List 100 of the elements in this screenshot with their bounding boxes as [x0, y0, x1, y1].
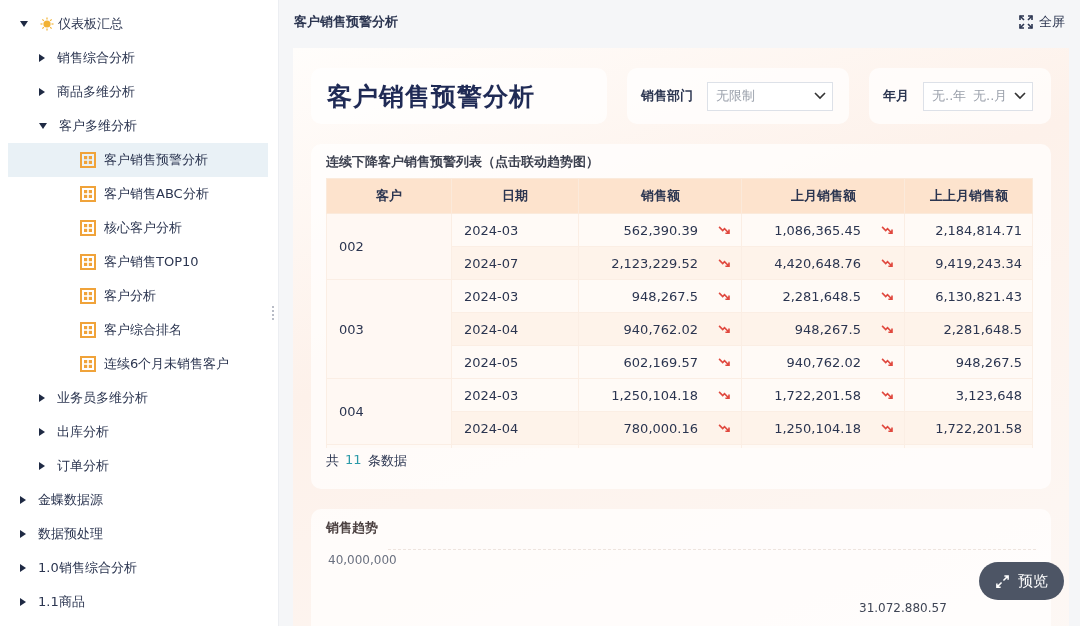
column-header: 日期 — [451, 178, 579, 214]
dashboard-icon — [80, 254, 96, 270]
table-cell[interactable]: 2024-07 — [451, 246, 579, 280]
preview-button[interactable]: 预览 — [979, 562, 1064, 600]
caret-icon[interactable] — [20, 598, 26, 606]
table-cell[interactable]: 2024-04 — [451, 312, 579, 346]
table-cell[interactable]: 2024-03 — [451, 213, 579, 247]
tree-item[interactable]: 商品多维分析 — [8, 75, 268, 109]
cell-value: 948,267.5 — [631, 288, 698, 304]
cell-value: 1,250,104.18 — [611, 387, 698, 403]
expand-icon — [995, 573, 1010, 589]
cell-value: 948,267.5 — [794, 321, 861, 337]
caret-icon[interactable] — [20, 564, 26, 572]
trend-down-icon — [718, 390, 731, 400]
trend-down-icon — [881, 357, 894, 367]
tree-item[interactable]: 1.1商品 — [8, 585, 268, 619]
table-cell[interactable]: 2024-05 — [451, 345, 579, 379]
dashboard-icon — [80, 322, 96, 338]
cell-value: 602,169.57 — [623, 354, 698, 370]
page-title: 客户销售预警分析 — [294, 13, 398, 31]
tree-item[interactable]: 出库分析 — [8, 415, 268, 449]
tree-item[interactable]: 仪表板汇总 — [8, 7, 268, 41]
dashboard-icon — [80, 186, 96, 202]
caret-icon[interactable] — [39, 428, 45, 436]
trend-down-icon — [881, 258, 894, 268]
tree-item[interactable]: 客户销售预警分析 — [8, 143, 268, 177]
sun-icon — [40, 17, 54, 31]
tree-item[interactable]: 连续6个月未销售客户 — [8, 347, 268, 381]
dashboard-icon — [80, 220, 96, 236]
table-cell: 3,123,648 — [904, 378, 1033, 412]
cell-value: 780,000.16 — [623, 420, 698, 436]
filter-label: 销售部门 — [641, 87, 693, 105]
table-cell: 003 — [326, 279, 452, 379]
table-cell: 1,722,201.58 — [904, 411, 1033, 445]
table-title: 连续下降客户销售预警列表（点击联动趋势图） — [326, 153, 600, 171]
fullscreen-button[interactable]: 全屏 — [1013, 12, 1071, 32]
cell-value: 1,250,104.18 — [774, 420, 861, 436]
tree-item[interactable]: 订单分析 — [8, 449, 268, 483]
cell-value: 1,722,201.58 — [774, 387, 861, 403]
resize-handle[interactable] — [272, 306, 276, 320]
caret-icon[interactable] — [20, 21, 28, 27]
caret-icon[interactable] — [20, 496, 26, 504]
column-header: 销售额 — [578, 178, 742, 214]
cell-value: 4,420,648.76 — [774, 255, 861, 271]
row-count-suffix: 条数据 — [367, 452, 407, 470]
caret-icon[interactable] — [39, 394, 45, 402]
chevron-down-icon — [814, 92, 826, 100]
tree-item[interactable]: 客户综合排名 — [8, 313, 268, 347]
dashboard-title: 客户销售预警分析 — [327, 80, 535, 113]
table-cell: 2,184,814.71 — [904, 213, 1033, 247]
tree-item[interactable]: 销售综合分析 — [8, 41, 268, 75]
trend-down-icon — [881, 390, 894, 400]
caret-icon[interactable] — [20, 530, 26, 538]
caret-icon[interactable] — [39, 462, 45, 470]
caret-icon[interactable] — [39, 123, 47, 129]
table-cell[interactable]: 2024-03 — [451, 378, 579, 412]
cell-value: 562,390.39 — [623, 222, 698, 238]
dashboard-icon — [80, 356, 96, 372]
chart-title: 销售趋势 — [326, 519, 379, 537]
data-label: 31.072.880.57 — [859, 601, 947, 615]
cell-value: 940,762.02 — [623, 321, 698, 337]
trend-down-icon — [881, 291, 894, 301]
trend-down-icon — [718, 324, 731, 334]
trend-down-icon — [718, 258, 731, 268]
dashboard-icon — [80, 288, 96, 304]
trend-down-icon — [718, 357, 731, 367]
tree-item[interactable]: 客户销售TOP10 — [8, 245, 268, 279]
row-count-prefix: 共 — [326, 452, 339, 470]
tree-item[interactable]: 金蝶数据源 — [8, 483, 268, 517]
cell-value: 2,281,648.5 — [782, 288, 861, 304]
cell-value: 1,086,365.45 — [774, 222, 861, 238]
table-cell[interactable]: 2024-04 — [451, 411, 579, 445]
trend-down-icon — [881, 225, 894, 235]
row-count: 11 — [345, 452, 362, 469]
trend-down-icon — [718, 291, 731, 301]
tree-item[interactable]: 客户多维分析 — [8, 109, 268, 143]
caret-icon[interactable] — [39, 54, 45, 62]
table-cell: 6,130,821.43 — [904, 279, 1033, 313]
cell-value: 2,123,229.52 — [611, 255, 698, 271]
table-cell: 004 — [326, 378, 452, 445]
chevron-down-icon — [1014, 92, 1026, 100]
tree-item[interactable]: 业务员多维分析 — [8, 381, 268, 415]
tree-item[interactable]: 客户分析 — [8, 279, 268, 313]
cell-value: 940,762.02 — [786, 354, 861, 370]
tree-item[interactable]: 客户销售ABC分析 — [8, 177, 268, 211]
trend-down-icon — [718, 225, 731, 235]
tree-item[interactable]: 核心客户分析 — [8, 211, 268, 245]
filter-label: 年月 — [883, 87, 909, 105]
tree-item[interactable]: 数据预处理 — [8, 517, 268, 551]
column-header: 上月销售额 — [741, 178, 905, 214]
table-cell: 2,281,648.5 — [904, 312, 1033, 346]
trend-down-icon — [881, 324, 894, 334]
table-cell[interactable]: 2024-03 — [451, 279, 579, 313]
caret-icon[interactable] — [39, 88, 45, 96]
tree-item[interactable]: 1.0销售综合分析 — [8, 551, 268, 585]
trend-down-icon — [881, 423, 894, 433]
table-cell: 9,419,243.34 — [904, 246, 1033, 280]
table-cell: 002 — [326, 213, 452, 280]
table-cell: 948,267.5 — [904, 345, 1033, 379]
column-header: 客户 — [326, 178, 452, 214]
